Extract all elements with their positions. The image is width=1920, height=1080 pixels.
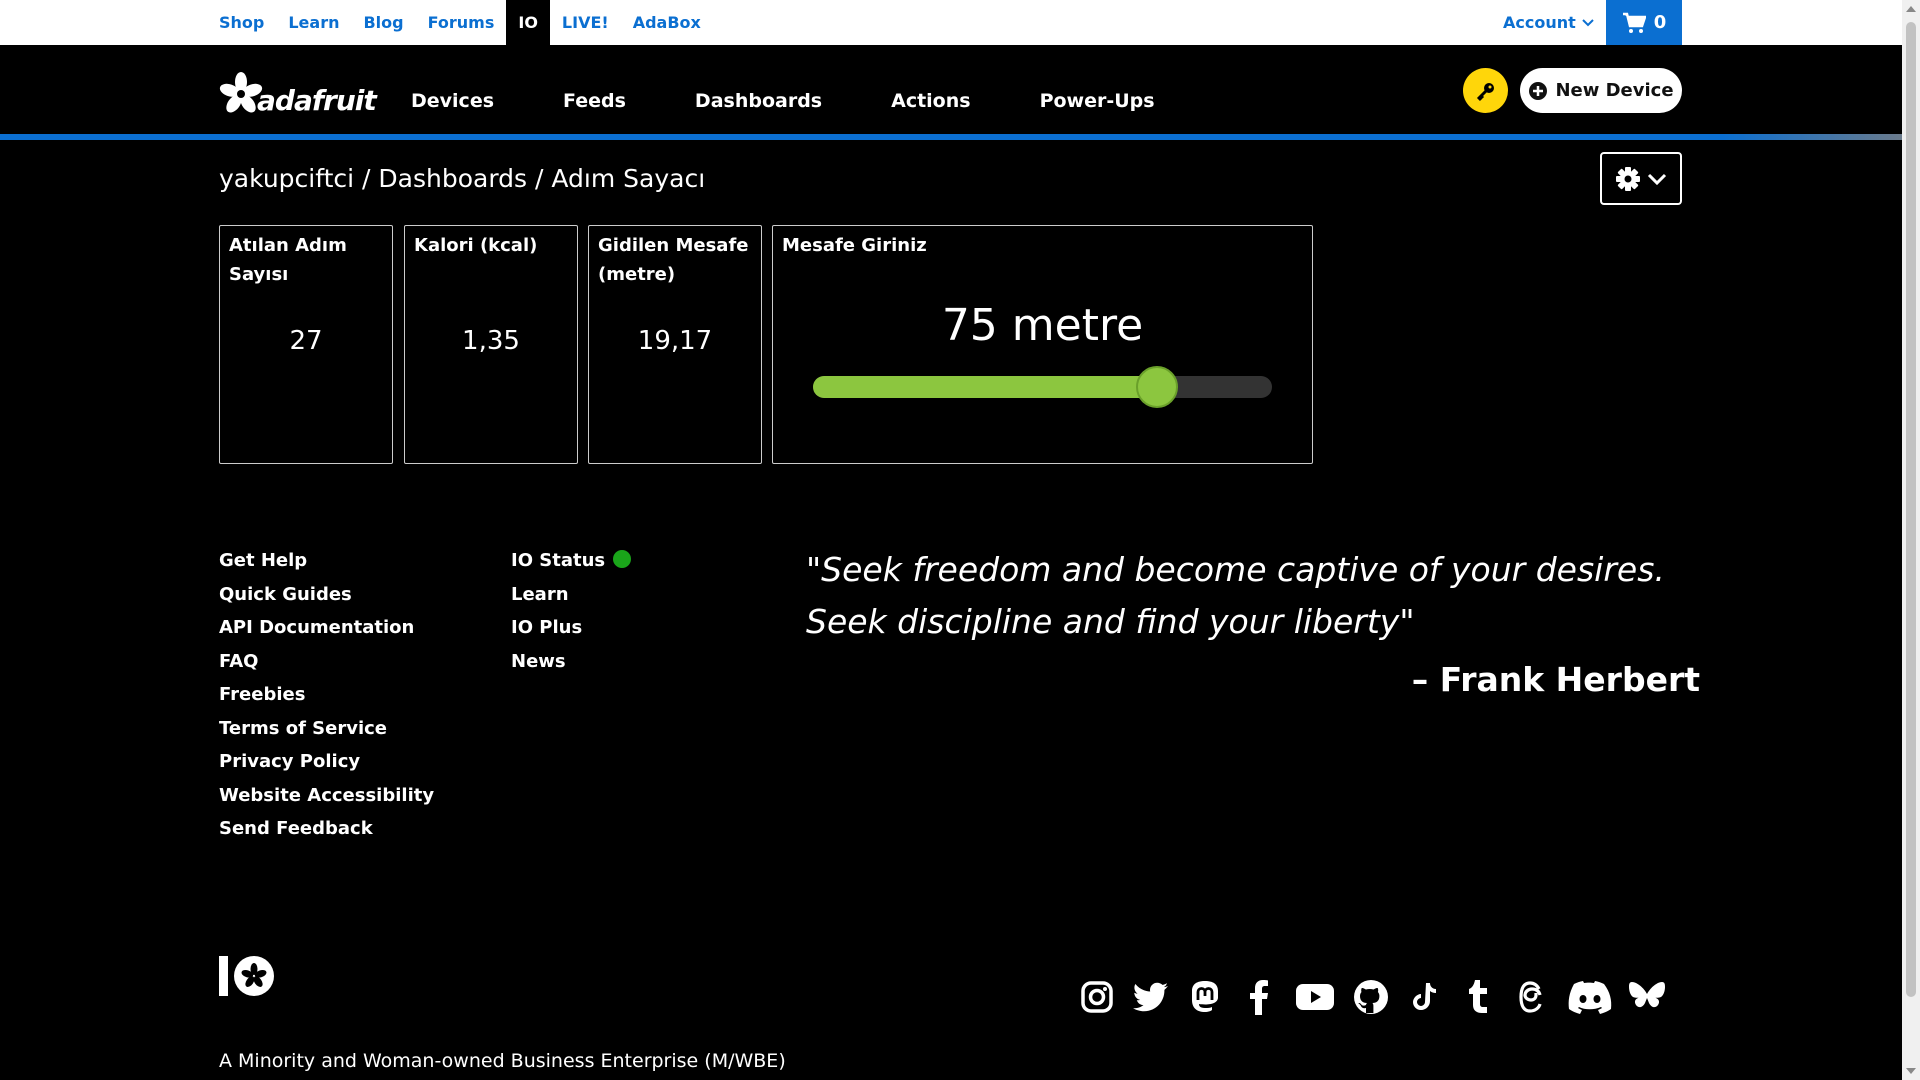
youtube-icon[interactable] xyxy=(1294,978,1336,1016)
tiktok-icon[interactable] xyxy=(1406,978,1444,1016)
block-value: 19,17 xyxy=(637,326,713,356)
block-title: Gidilen Mesafe (metre) xyxy=(598,235,749,285)
github-icon[interactable] xyxy=(1352,978,1390,1016)
footer-link-quick-guides[interactable]: Quick Guides xyxy=(219,578,434,612)
cart-button[interactable]: 0 xyxy=(1606,0,1682,45)
footer-link-io-plus[interactable]: IO Plus xyxy=(511,611,631,645)
footer-link-privacy[interactable]: Privacy Policy xyxy=(219,745,434,779)
new-device-button[interactable]: New Device xyxy=(1520,68,1682,113)
adafruit-logo[interactable]: adafruit xyxy=(219,70,377,117)
footer-link-io-status[interactable]: IO Status xyxy=(511,544,632,578)
nav-power-ups[interactable]: Power-Ups xyxy=(1040,90,1155,112)
logo-text: adafruit xyxy=(257,84,377,117)
new-device-label: New Device xyxy=(1555,80,1674,101)
block-value: 1,35 xyxy=(462,326,520,356)
threads-icon[interactable] xyxy=(1514,978,1552,1016)
block-calories[interactable]: Kalori (kcal) 1,35 xyxy=(404,225,578,464)
site-nav-blog[interactable]: Blog xyxy=(351,0,415,45)
instagram-icon[interactable] xyxy=(1078,978,1116,1016)
nav-feeds[interactable]: Feeds xyxy=(563,90,626,112)
tumblr-icon[interactable] xyxy=(1460,978,1498,1016)
footer-link-get-help[interactable]: Get Help xyxy=(219,544,434,578)
top-site-bar: Shop Learn Blog Forums IO LIVE! AdaBox A… xyxy=(0,0,1902,45)
footer-link-accessibility[interactable]: Website Accessibility xyxy=(219,779,434,813)
footer-link-api-docs[interactable]: API Documentation xyxy=(219,611,434,645)
scroll-down-arrow-icon[interactable] xyxy=(1906,1068,1916,1074)
site-nav-io[interactable]: IO xyxy=(506,0,550,45)
footer-link-news[interactable]: News xyxy=(511,645,631,679)
scrollbar-thumb[interactable] xyxy=(1906,22,1916,997)
header-accent-bar xyxy=(0,134,1902,140)
nav-dashboards[interactable]: Dashboards xyxy=(695,90,822,112)
cart-icon xyxy=(1622,12,1646,33)
footer-link-freebies[interactable]: Freebies xyxy=(219,678,434,712)
scroll-up-arrow-icon[interactable] xyxy=(1906,6,1916,12)
io-logo[interactable] xyxy=(219,955,275,997)
gear-icon xyxy=(1616,166,1640,191)
chevron-down-icon xyxy=(1582,18,1594,26)
io-status-label: IO Status xyxy=(511,550,606,571)
footer-quote: "Seek freedom and become captive of your… xyxy=(806,550,1665,641)
page-scrollbar[interactable] xyxy=(1902,0,1920,1080)
quote-author: – Frank Herbert xyxy=(1411,660,1700,699)
chevron-down-icon xyxy=(1647,173,1667,185)
dashboard-settings-button[interactable] xyxy=(1600,152,1682,205)
account-menu[interactable]: Account xyxy=(1503,0,1594,45)
block-title: Kalori (kcal) xyxy=(414,235,538,256)
twitter-icon[interactable] xyxy=(1132,978,1170,1016)
site-nav-forums[interactable]: Forums xyxy=(416,0,507,45)
breadcrumb: yakupciftci / Dashboards / Adım Sayacı xyxy=(219,164,706,193)
slider-value-label: 75 metre xyxy=(941,300,1144,351)
key-icon xyxy=(1476,82,1494,101)
site-nav-live[interactable]: LIVE! xyxy=(550,0,621,45)
nav-actions[interactable]: Actions xyxy=(891,90,970,112)
api-key-button[interactable] xyxy=(1463,68,1508,113)
slider-thumb[interactable] xyxy=(1136,366,1179,408)
discord-icon[interactable] xyxy=(1568,978,1612,1016)
facebook-icon[interactable] xyxy=(1240,978,1278,1016)
io-main-nav: Devices Feeds Dashboards Actions Power-U… xyxy=(411,90,1224,112)
site-nav-learn[interactable]: Learn xyxy=(276,0,351,45)
account-label: Account xyxy=(1503,13,1576,32)
block-distance[interactable]: Gidilen Mesafe (metre) 19,17 xyxy=(588,225,762,464)
footer-links-primary: Get Help Quick Guides API Documentation … xyxy=(219,544,434,846)
block-title: Atılan Adım Sayısı xyxy=(229,235,347,285)
site-nav-adabox[interactable]: AdaBox xyxy=(621,0,713,45)
bluesky-icon[interactable] xyxy=(1628,978,1666,1016)
footer-link-feedback[interactable]: Send Feedback xyxy=(219,812,434,846)
slider-fill xyxy=(813,376,1158,398)
nav-devices[interactable]: Devices xyxy=(411,90,494,112)
footer-links-secondary: IO Status Learn IO Plus News xyxy=(511,544,632,679)
io-header: adafruit Devices Feeds Dashboards Action… xyxy=(0,45,1902,135)
status-dot-icon xyxy=(613,550,632,568)
io-logo-icon xyxy=(219,956,274,996)
site-nav: Shop Learn Blog Forums IO LIVE! AdaBox xyxy=(219,0,713,45)
footer-link-learn[interactable]: Learn xyxy=(511,578,631,612)
block-value: 27 xyxy=(289,326,323,356)
footer-link-faq[interactable]: FAQ xyxy=(219,645,434,679)
footer-link-terms[interactable]: Terms of Service xyxy=(219,712,434,746)
social-links xyxy=(1078,978,1666,1016)
cart-count: 0 xyxy=(1653,12,1667,33)
mwbe-statement: A Minority and Woman-owned Business Ente… xyxy=(219,1050,786,1072)
block-step-count[interactable]: Atılan Adım Sayısı 27 xyxy=(219,225,393,464)
site-nav-shop[interactable]: Shop xyxy=(219,0,276,45)
block-distance-slider[interactable]: Mesafe Giriniz 75 metre xyxy=(772,225,1313,464)
block-title: Mesafe Giriniz xyxy=(782,235,927,256)
plus-circle-icon xyxy=(1529,81,1548,100)
mastodon-icon[interactable] xyxy=(1186,978,1224,1016)
slider-track[interactable] xyxy=(813,366,1272,408)
